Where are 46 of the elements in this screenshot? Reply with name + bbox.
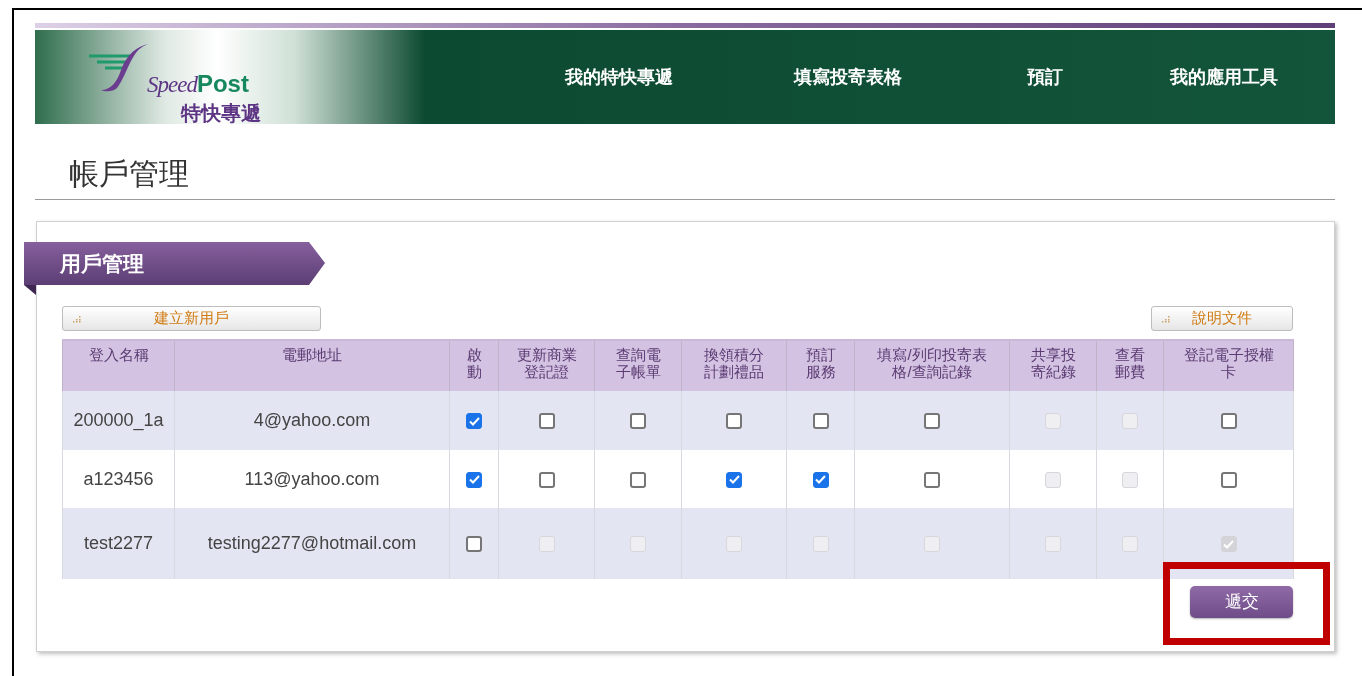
column-header: 填寫/列印投寄表格/查詢記錄 [876, 346, 988, 380]
checkbox[interactable] [812, 471, 829, 488]
table-cell-text: testing2277@hotmail.com [207, 533, 417, 553]
checkbox[interactable] [1220, 413, 1237, 430]
checkbox[interactable] [630, 471, 646, 488]
checkbox[interactable] [1220, 471, 1237, 488]
column-header: 換領積分計劃禮品 [704, 346, 764, 380]
column-header: 查看郵費 [1115, 346, 1145, 380]
logo-text: Post [196, 69, 249, 99]
checkbox[interactable] [924, 471, 940, 488]
submit-button[interactable]: 遞交 [1190, 586, 1293, 618]
column-header: 電郵地址 [282, 346, 342, 363]
column-header: 登記電子授權卡 [1183, 346, 1274, 380]
nav-link[interactable]: 填寫投寄表格 [793, 63, 902, 91]
logo-text: Speed [147, 71, 197, 99]
table-cell-text: 113@yahoo.com [244, 468, 380, 489]
checkbox[interactable] [726, 413, 742, 430]
checkbox[interactable] [924, 413, 940, 430]
checkbox[interactable] [538, 413, 555, 430]
nav-link[interactable]: 預訂 [1026, 63, 1063, 91]
logo-subtitle: 特快專遞 [181, 101, 261, 126]
checkbox[interactable] [538, 471, 555, 488]
checkbox[interactable] [630, 413, 646, 430]
ribbon-fold [24, 285, 36, 295]
table-cell-text: test2277 [83, 533, 154, 553]
checkbox[interactable] [466, 471, 482, 488]
page-title: 帳戶管理 [68, 156, 190, 192]
checkbox[interactable] [466, 413, 482, 430]
column-header: 更新商業登記證 [516, 346, 577, 380]
checkbox[interactable] [726, 471, 742, 488]
column-header: 共享投寄紀錄 [1030, 346, 1076, 380]
column-header: 登入名稱 [88, 346, 149, 363]
table-cell-text: 200000_1a [73, 410, 164, 430]
column-header: 預訂服務 [805, 346, 836, 380]
logo[interactable]: SpeedPost 特快專遞 [35, 30, 325, 124]
nav-link[interactable]: 我的應用工具 [1170, 63, 1278, 91]
dots-icon [73, 314, 83, 323]
table-cell-text: a123456 [83, 468, 154, 489]
dots-icon [1162, 314, 1172, 323]
checkbox[interactable] [466, 536, 482, 553]
column-header: 啟動 [466, 346, 482, 380]
column-header: 查詢電子帳單 [615, 346, 661, 380]
section-title: 用戶管理 [60, 250, 144, 277]
nav-link[interactable]: 我的特快專遞 [565, 63, 673, 91]
checkbox[interactable] [812, 413, 829, 430]
table-cell-text: 4@yahoo.com [253, 410, 371, 430]
